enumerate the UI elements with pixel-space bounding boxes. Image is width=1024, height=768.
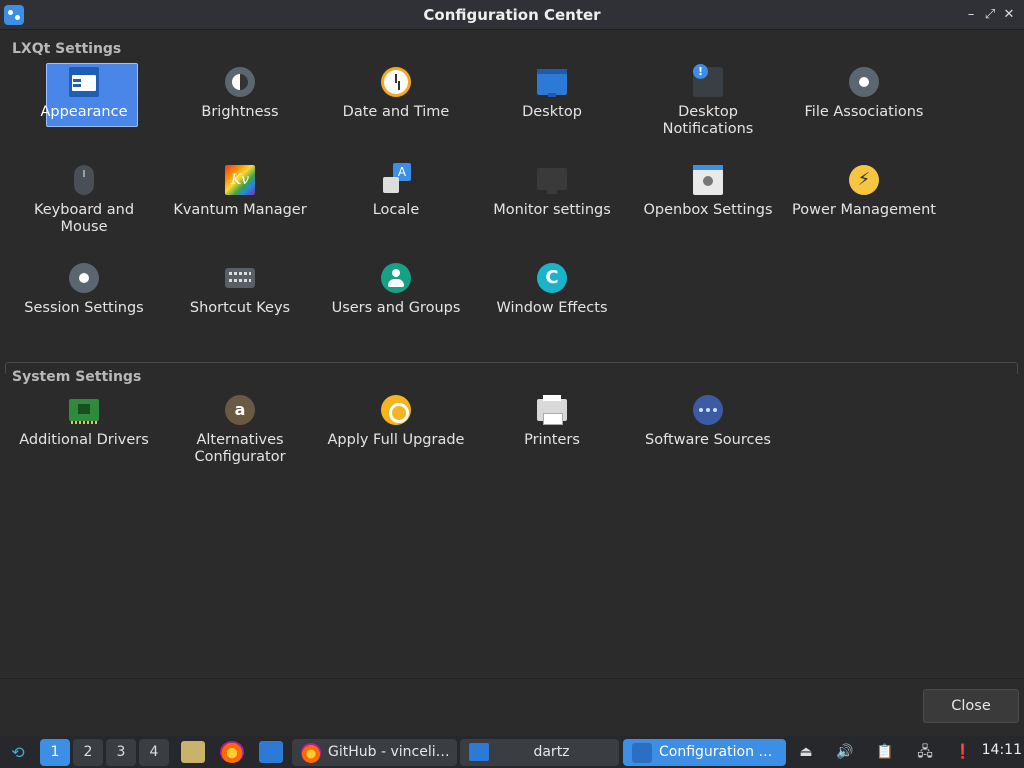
- configuration-center-icon: [632, 743, 652, 763]
- alternatives-configurator-item[interactable]: a Alternatives Configurator: [164, 391, 316, 483]
- monitor-settings-item[interactable]: Monitor settings: [476, 161, 628, 253]
- appearance-label: Appearance: [40, 104, 128, 120]
- updates-icon[interactable]: ❗: [953, 742, 973, 762]
- file-manager-launcher-icon[interactable]: [181, 741, 205, 763]
- workspace-3[interactable]: 3: [106, 739, 136, 766]
- lxqt-settings-title: LXQt Settings: [12, 41, 122, 57]
- workspace-2[interactable]: 2: [73, 739, 103, 766]
- kvantum-manager-label: Kvantum Manager: [173, 202, 307, 218]
- session-gear-icon: [69, 263, 99, 293]
- desktop-label: Desktop: [522, 104, 582, 120]
- clock-icon: [381, 67, 411, 97]
- network-icon[interactable]: 🖧: [915, 742, 935, 762]
- brightness-item[interactable]: Brightness: [164, 63, 316, 155]
- keyboard-icon: [225, 268, 255, 288]
- maximize-button[interactable]: ⤢: [981, 6, 999, 24]
- session-settings-item[interactable]: Session Settings: [8, 259, 160, 351]
- brightness-icon: [225, 67, 255, 97]
- power-icon: ⚡: [849, 165, 879, 195]
- printer-icon: [537, 395, 567, 425]
- monitor-icon: [537, 168, 567, 194]
- keyboard-mouse-label: Keyboard and Mouse: [33, 202, 135, 235]
- appearance-item[interactable]: Appearance: [8, 63, 160, 155]
- task-configuration-center-label: Configuration …: [659, 744, 773, 760]
- apply-full-upgrade-item[interactable]: Apply Full Upgrade: [320, 391, 472, 483]
- appearance-icon: [69, 67, 99, 97]
- keyboard-mouse-item[interactable]: Keyboard and Mouse: [8, 161, 160, 253]
- effects-icon: C: [537, 263, 567, 293]
- close-button[interactable]: Close: [923, 689, 1019, 723]
- workspace-4[interactable]: 4: [139, 739, 169, 766]
- upgrade-icon: [381, 395, 411, 425]
- additional-drivers-item[interactable]: Additional Drivers: [8, 391, 160, 483]
- system-settings-title: System Settings: [12, 369, 142, 385]
- volume-icon[interactable]: 🔊: [835, 742, 855, 762]
- kvantum-manager-item[interactable]: Kv Kvantum Manager: [164, 161, 316, 253]
- title-bar[interactable]: Configuration Center – ⤢ ✕: [0, 0, 1024, 30]
- brightness-label: Brightness: [201, 104, 279, 120]
- users-groups-label: Users and Groups: [331, 300, 461, 316]
- shortcut-keys-item[interactable]: Shortcut Keys: [164, 259, 316, 351]
- sources-icon: [693, 395, 723, 425]
- bottom-separator: [0, 678, 1024, 679]
- taskbar: ⟲ 1 2 3 4 GitHub - vinceli… dartz Config…: [0, 736, 1024, 768]
- monitor-settings-label: Monitor settings: [493, 202, 611, 218]
- desktop-item[interactable]: Desktop: [476, 63, 628, 155]
- power-management-label: Power Management: [792, 202, 936, 218]
- firefox-launcher-icon[interactable]: [220, 741, 244, 763]
- file-associations-item[interactable]: File Associations: [788, 63, 940, 155]
- apply-full-upgrade-label: Apply Full Upgrade: [327, 432, 465, 448]
- desktop-icon: [537, 69, 567, 97]
- additional-drivers-label: Additional Drivers: [19, 432, 149, 448]
- printers-item[interactable]: Printers: [476, 391, 628, 483]
- close-window-button[interactable]: ✕: [1000, 6, 1018, 24]
- clipboard-icon[interactable]: 📋: [875, 742, 895, 762]
- printers-label: Printers: [524, 432, 580, 448]
- shortcut-keys-label: Shortcut Keys: [189, 300, 291, 316]
- window-effects-label: Window Effects: [496, 300, 608, 316]
- task-firefox[interactable]: GitHub - vinceli…: [292, 739, 457, 766]
- alternatives-icon: a: [225, 395, 255, 425]
- task-dartz[interactable]: dartz: [460, 739, 619, 766]
- drivers-icon: [69, 399, 99, 424]
- window-title: Configuration Center: [423, 6, 601, 24]
- date-time-item[interactable]: Date and Time: [320, 63, 472, 155]
- task-configuration-center[interactable]: Configuration …: [623, 739, 786, 766]
- file-associations-label: File Associations: [804, 104, 924, 120]
- date-time-label: Date and Time: [342, 104, 450, 120]
- openbox-settings-item[interactable]: Openbox Settings: [632, 161, 784, 253]
- software-sources-item[interactable]: Software Sources: [632, 391, 784, 483]
- group-divider: [5, 362, 1018, 374]
- show-desktop-icon[interactable]: [259, 741, 283, 763]
- notification-icon: [693, 64, 723, 97]
- desktop-notifications-label: Desktop Notifications: [662, 104, 754, 137]
- firefox-icon: [301, 743, 321, 763]
- locale-icon: [381, 163, 411, 195]
- folder-icon: [469, 743, 489, 761]
- mouse-icon: [74, 165, 94, 195]
- alternatives-configurator-label: Alternatives Configurator: [194, 432, 286, 465]
- locale-label: Locale: [372, 202, 420, 218]
- eject-icon[interactable]: ⏏: [796, 742, 816, 762]
- task-dartz-label: dartz: [533, 744, 570, 760]
- openbox-icon: [693, 165, 723, 195]
- desktop-notifications-item[interactable]: Desktop Notifications: [632, 63, 784, 155]
- task-firefox-label: GitHub - vinceli…: [328, 744, 450, 760]
- application-menu-icon[interactable]: ⟲: [8, 739, 28, 766]
- software-sources-label: Software Sources: [645, 432, 771, 448]
- kvantum-icon: Kv: [225, 165, 255, 195]
- gear-icon: [849, 67, 879, 97]
- users-groups-item[interactable]: Users and Groups: [320, 259, 472, 351]
- openbox-settings-label: Openbox Settings: [643, 202, 773, 218]
- minimize-button[interactable]: –: [962, 6, 980, 24]
- workspace-1[interactable]: 1: [40, 739, 70, 766]
- users-icon: [381, 263, 411, 293]
- clock[interactable]: 14:11: [982, 742, 1022, 758]
- session-settings-label: Session Settings: [24, 300, 144, 316]
- window-effects-item[interactable]: C Window Effects: [476, 259, 628, 351]
- power-management-item[interactable]: ⚡ Power Management: [788, 161, 940, 253]
- locale-item[interactable]: Locale: [320, 161, 472, 253]
